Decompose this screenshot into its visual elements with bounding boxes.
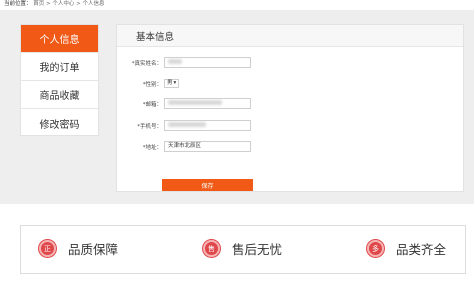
feature-label: 品质保障 [68, 242, 119, 257]
basic-info-panel: 基本信息 *真实姓名： *性别： 男 ▾ *邮箱： *手机号： *地址： 天津市… [116, 24, 464, 192]
address-label: *地址： [142, 144, 162, 151]
breadcrumb-center-link[interactable]: 个人中心 [52, 1, 74, 7]
feature-variety: 多 品类齐全 [367, 239, 446, 258]
feature-quality: 正 品质保障 [39, 239, 118, 258]
gender-select[interactable]: 男 ▾ [164, 79, 180, 88]
phone-row: *手机号： [117, 120, 251, 131]
feature-after-sales: 售 售后无忧 [203, 239, 282, 258]
address-field[interactable]: 天津市北辰区 [164, 141, 251, 152]
panel-title: 基本信息 [117, 25, 463, 47]
gender-label: *性别： [142, 81, 162, 88]
gender-value: 男 [167, 80, 173, 86]
breadcrumb-current: 个人信息 [82, 1, 105, 7]
email-label: *邮箱： [142, 101, 162, 108]
redacted-value [168, 100, 222, 105]
redacted-value [168, 59, 182, 64]
name-row: *真实姓名： [117, 57, 251, 68]
chevron-down-icon: ▾ [173, 80, 177, 86]
gender-row: *性别： 男 ▾ [117, 78, 180, 89]
email-row: *邮箱： [117, 98, 251, 109]
service-features: 正 品质保障 售 售后无忧 多 品类齐全 [20, 225, 466, 274]
name-label: *真实姓名： [131, 60, 162, 67]
breadcrumb-home-link[interactable]: 首页 [33, 1, 44, 7]
phone-field[interactable] [164, 120, 251, 131]
breadcrumb-label: 当前位置： [4, 1, 32, 7]
sidebar-menu: 个人信息 我的订单 商品收藏 修改密码 [20, 24, 99, 136]
phone-label: *手机号： [137, 123, 162, 130]
quality-badge-icon: 正 [39, 240, 56, 257]
email-field[interactable] [164, 98, 251, 109]
sidebar-item-favorites[interactable]: 商品收藏 [21, 81, 98, 109]
feature-label: 售后无忧 [232, 242, 283, 257]
variety-badge-icon: 多 [367, 240, 384, 257]
sidebar-item-personal-info[interactable]: 个人信息 [21, 25, 98, 53]
breadcrumb: 当前位置： 首页 > 个人中心 > 个人信息 [4, 0, 105, 9]
name-field[interactable] [164, 57, 251, 68]
sidebar-item-my-orders[interactable]: 我的订单 [21, 53, 98, 81]
redacted-value [168, 122, 206, 127]
sidebar-item-change-password[interactable]: 修改密码 [21, 109, 98, 137]
address-row: *地址： 天津市北辰区 [117, 141, 251, 152]
after-sales-badge-icon: 售 [203, 240, 220, 257]
feature-label: 品类齐全 [396, 242, 447, 257]
save-button[interactable]: 保存 [162, 179, 253, 191]
